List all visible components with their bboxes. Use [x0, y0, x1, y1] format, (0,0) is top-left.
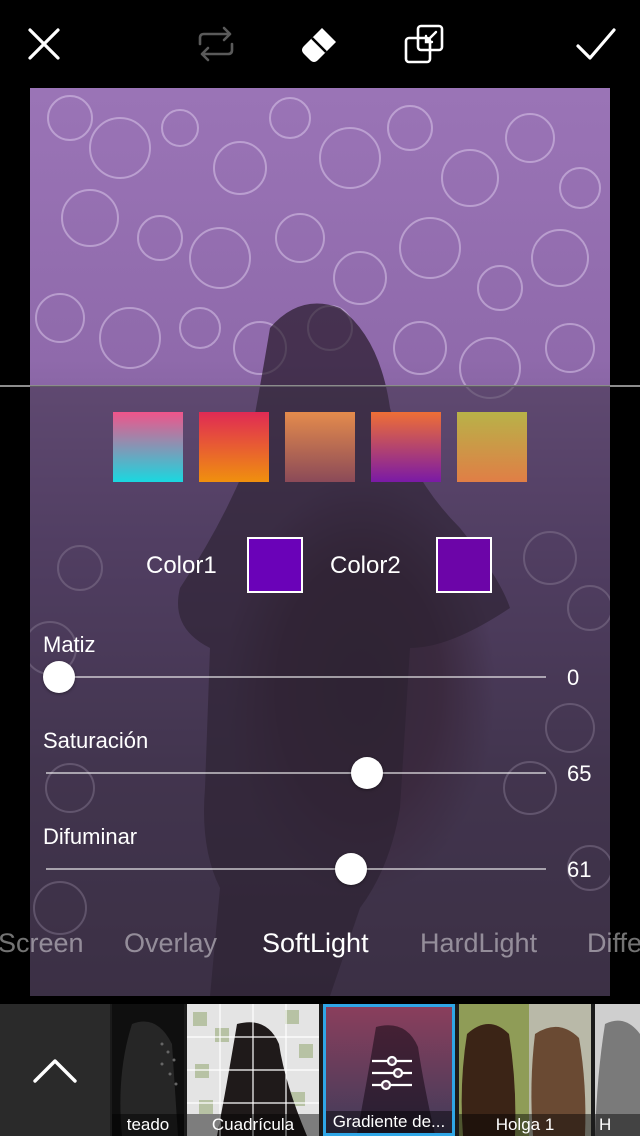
- expand-effects-button[interactable]: [0, 1004, 110, 1136]
- resize-button[interactable]: [398, 18, 450, 70]
- blend-mode-softlight[interactable]: SoftLight: [262, 928, 369, 959]
- resize-icon: [404, 24, 444, 64]
- blend-mode-selector: Screen Overlay SoftLight HardLight Diffe: [0, 928, 640, 972]
- effect-thumbnail-selected[interactable]: Gradiente de...: [323, 1004, 455, 1136]
- top-toolbar: [0, 0, 640, 88]
- blur-label: Difuminar: [43, 824, 138, 849]
- effect-thumbnail[interactable]: Cuadrícula: [187, 1004, 319, 1136]
- color2-label: Color2: [330, 552, 401, 579]
- hue-value: 0: [567, 665, 580, 690]
- saturation-value: 65: [567, 761, 592, 786]
- effect-thumbnail[interactable]: Holga 1: [459, 1004, 591, 1136]
- saturation-slider-thumb[interactable]: [351, 757, 383, 789]
- effect-label: Cuadrícula: [187, 1114, 319, 1136]
- blur-slider-track[interactable]: [46, 868, 546, 870]
- check-icon: [576, 28, 616, 60]
- gradient-preset-3[interactable]: [285, 412, 355, 482]
- blend-mode-overlay[interactable]: Overlay: [124, 928, 217, 959]
- close-button[interactable]: [18, 18, 70, 70]
- adjust-settings-icon[interactable]: [370, 1051, 414, 1095]
- color1-label: Color1: [146, 552, 217, 579]
- color1-swatch-button[interactable]: [247, 537, 303, 593]
- saturation-label: Saturación: [43, 728, 149, 753]
- gradient-preset-2[interactable]: [199, 412, 269, 482]
- gradient-preset-5[interactable]: [457, 412, 527, 482]
- chevron-up-icon: [33, 1059, 77, 1083]
- hue-slider-thumb[interactable]: [43, 661, 75, 693]
- close-icon: [28, 28, 60, 60]
- hue-slider-track[interactable]: [46, 676, 546, 678]
- blend-mode-screen[interactable]: Screen: [0, 928, 84, 959]
- blur-value: 61: [567, 857, 592, 882]
- hue-label: Matiz: [43, 632, 96, 657]
- effect-thumbnail[interactable]: teado: [112, 1004, 184, 1136]
- blend-mode-hardlight[interactable]: HardLight: [420, 928, 537, 959]
- swap-icon: [198, 26, 234, 62]
- gradient-preset-1[interactable]: [113, 412, 183, 482]
- eraser-button[interactable]: [294, 18, 346, 70]
- blur-slider-thumb[interactable]: [335, 853, 367, 885]
- effect-label: H: [595, 1114, 640, 1136]
- eraser-icon: [302, 28, 336, 62]
- effect-thumbnail[interactable]: H: [595, 1004, 640, 1136]
- color2-swatch-button[interactable]: [436, 537, 492, 593]
- gradient-preset-4[interactable]: [371, 412, 441, 482]
- saturation-slider-track[interactable]: [46, 772, 546, 774]
- effect-label: teado: [112, 1114, 184, 1136]
- apply-button[interactable]: [570, 18, 622, 70]
- effect-label: Holga 1: [459, 1114, 591, 1136]
- blend-mode-difference[interactable]: Diffe: [587, 928, 640, 959]
- swap-button[interactable]: [190, 18, 242, 70]
- effect-label: Gradiente de...: [326, 1111, 452, 1133]
